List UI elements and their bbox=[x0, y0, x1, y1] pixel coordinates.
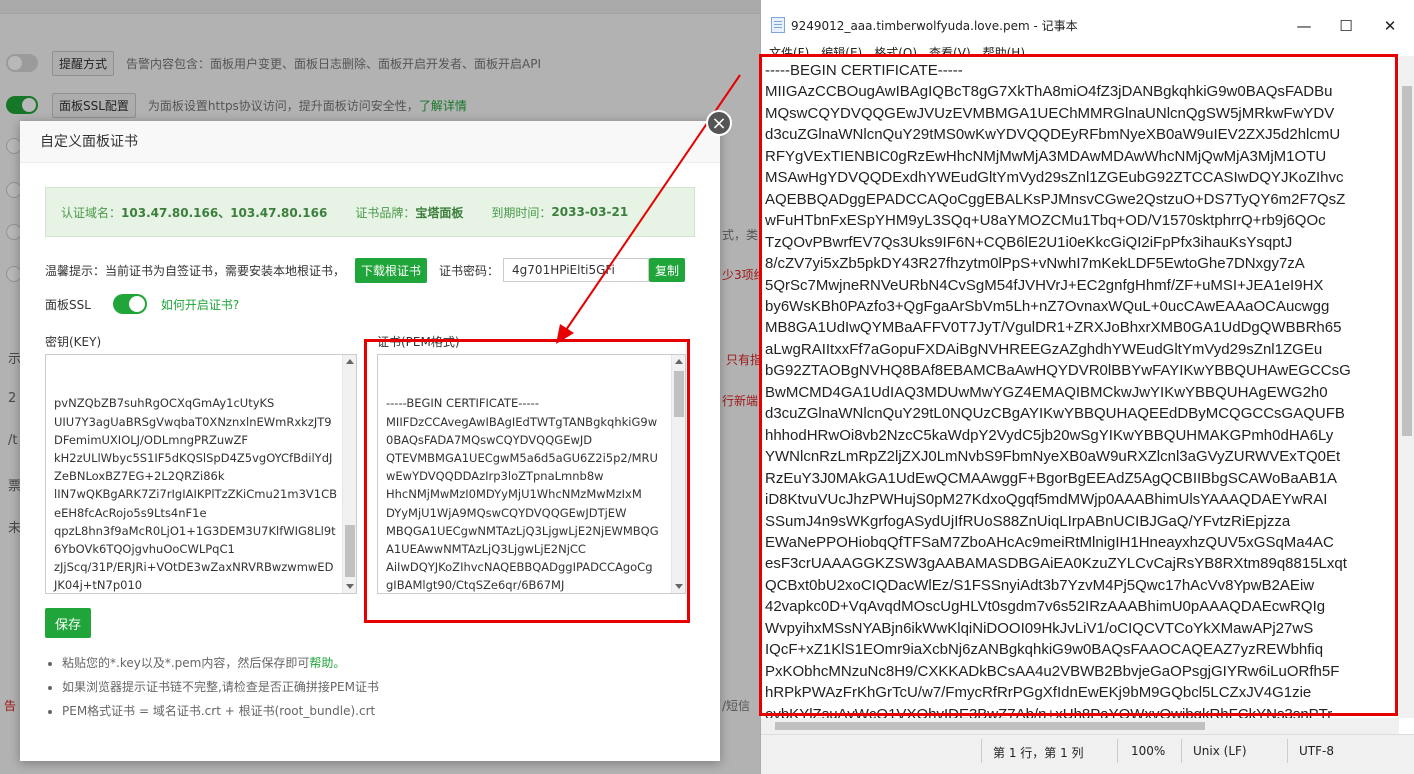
scroll-up-icon[interactable] bbox=[346, 359, 354, 364]
brand-value: 宝塔面板 bbox=[415, 205, 464, 220]
notepad-statusbar: 第 1 行，第 1 列 100% Unix (LF) UTF-8 bbox=[761, 734, 1414, 774]
notepad-title: 9249012_aaa.timberwolfyuda.love.pem - 记事… bbox=[791, 19, 1078, 33]
notepad-titlebar: 9249012_aaa.timberwolfyuda.love.pem - 记事… bbox=[761, 0, 1414, 44]
scroll-down-icon[interactable] bbox=[346, 584, 354, 589]
key-label: 密钥(KEY) bbox=[45, 335, 102, 349]
close-window-icon[interactable]: ✕ bbox=[1367, 12, 1413, 40]
notepad-hscrollbar[interactable] bbox=[761, 718, 1399, 734]
dialog-title: 自定义面板证书 bbox=[20, 121, 720, 163]
note-item: 如果浏览器提示证书链不完整,请检查是否正确拼接PEM证书 bbox=[62, 675, 379, 699]
status-encoding: UTF-8 bbox=[1299, 744, 1334, 758]
notepad-icon bbox=[771, 17, 785, 33]
note-item: 粘贴您的*.key以及*.pem内容，然后保存即可帮助。 bbox=[62, 651, 379, 675]
note-item: PEM格式证书 = 域名证书.crt + 根证书(root_bundle).cr… bbox=[62, 699, 379, 723]
status-position: 第 1 行，第 1 列 bbox=[993, 746, 1084, 760]
domain-value: 103.47.80.166、103.47.80.166 bbox=[121, 205, 328, 220]
panel-ssl-row: 面板SSL 如何开启证书? bbox=[45, 293, 239, 315]
key-scroll-thumb[interactable] bbox=[345, 525, 355, 577]
status-divider bbox=[1181, 739, 1182, 763]
status-eol: Unix (LF) bbox=[1193, 744, 1247, 758]
highlight-box-cert bbox=[364, 339, 690, 623]
expire-value: 2033-03-21 bbox=[551, 205, 629, 219]
status-divider bbox=[1287, 739, 1288, 763]
save-button[interactable]: 保存 bbox=[45, 608, 91, 638]
help-notes: 粘贴您的*.key以及*.pem内容，然后保存即可帮助。 如果浏览器提示证书链不… bbox=[48, 651, 379, 723]
tip-row: 温馨提示：当前证书为自签证书，需要安装本地根证书， 下载根证书 证书密码： 4g… bbox=[45, 257, 686, 283]
key-text: pvNZQbZB7suhRgOCXqGmAy1cUtyKS UIU7Y3agUa… bbox=[54, 396, 337, 593]
download-root-cert-button[interactable]: 下载根证书 bbox=[355, 257, 428, 283]
copy-button[interactable]: 复制 bbox=[649, 258, 686, 282]
close-icon[interactable]: × bbox=[706, 110, 732, 136]
minimize-icon[interactable]: — bbox=[1281, 12, 1327, 40]
cert-password-input[interactable]: 4g701HPiElti5GFi bbox=[503, 258, 650, 282]
panel-ssl-label: 面板SSL bbox=[45, 297, 91, 312]
key-scrollbar[interactable] bbox=[342, 355, 356, 593]
maximize-icon[interactable]: ☐ bbox=[1323, 12, 1369, 40]
panel-ssl-toggle[interactable] bbox=[112, 294, 147, 314]
highlight-box-notepad bbox=[759, 54, 1398, 716]
notepad-hscroll-thumb[interactable] bbox=[775, 722, 1205, 730]
domain-label: 认证域名： bbox=[61, 205, 122, 220]
status-divider bbox=[981, 739, 982, 763]
how-to-enable-link[interactable]: 如何开启证书? bbox=[161, 296, 239, 313]
status-divider bbox=[1117, 739, 1118, 763]
notepad-vscroll-thumb[interactable] bbox=[1402, 86, 1412, 436]
brand-label: 证书品牌： bbox=[355, 205, 416, 220]
cert-password-label: 证书密码： bbox=[439, 263, 500, 278]
key-textarea[interactable]: pvNZQbZB7suhRgOCXqGmAy1cUtyKS UIU7Y3agUa… bbox=[45, 354, 357, 594]
tip-text: 温馨提示：当前证书为自签证书，需要安装本地根证书， bbox=[45, 263, 346, 278]
cert-info-box: 认证域名： 103.47.80.166、103.47.80.166 证书品牌： … bbox=[45, 187, 695, 237]
expire-label: 到期时间： bbox=[491, 205, 552, 220]
notepad-vscrollbar[interactable] bbox=[1399, 56, 1414, 718]
help-link[interactable]: 帮助。 bbox=[309, 656, 345, 670]
status-zoom: 100% bbox=[1131, 744, 1166, 758]
